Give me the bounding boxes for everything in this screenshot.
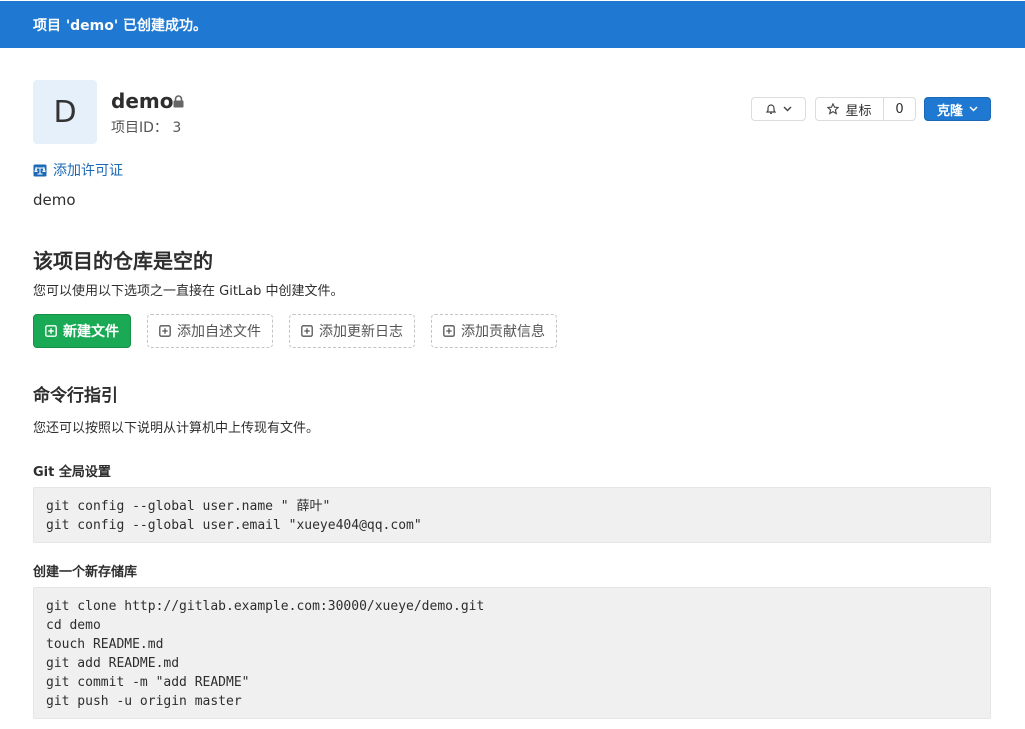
empty-repo-title: 该项目的仓库是空的 (33, 249, 213, 273)
project-id-label: 项目ID： (111, 120, 168, 136)
cli-subtitle: 您还可以按照以下说明从计算机中上传现有文件。 (33, 421, 320, 436)
add-license-label: 添加许可证 (53, 163, 123, 179)
project-name[interactable]: demo (111, 89, 173, 113)
code-line: git push -u origin master (46, 694, 242, 709)
plus-square-icon (45, 325, 57, 337)
code-line: git config --global user.name " 薛叶" (46, 499, 331, 514)
project-description: demo (33, 191, 76, 209)
code-line: git config --global user.email "xueye404… (46, 518, 422, 533)
star-label: 星标 (845, 103, 872, 119)
flash-banner: 项目 'demo' 已创建成功。 (0, 1, 1025, 48)
plus-square-icon (159, 325, 171, 337)
star-icon (827, 103, 840, 115)
chevron-down-icon (969, 106, 978, 112)
lock-icon (173, 95, 184, 108)
code-line: git add README.md (46, 656, 180, 671)
flash-message: 项目 'demo' 已创建成功。 (33, 17, 208, 34)
add-license-link[interactable]: 添加许可证 (33, 160, 123, 180)
project-avatar: D (33, 80, 97, 144)
code-line: touch README.md (46, 637, 164, 652)
add-readme-button[interactable]: 添加自述文件 (147, 314, 273, 348)
scale-icon (33, 164, 47, 177)
avatar-letter: D (53, 94, 77, 130)
add-changelog-button[interactable]: 添加更新日志 (289, 314, 415, 348)
code-line: git commit -m "add README" (46, 675, 250, 690)
cli-title: 命令行指引 (33, 386, 118, 406)
add-readme-label: 添加自述文件 (177, 324, 261, 340)
clone-label: 克隆 (936, 103, 963, 119)
add-changelog-label: 添加更新日志 (319, 324, 403, 340)
new-file-button[interactable]: 新建文件 (33, 314, 131, 348)
project-id: 项目ID： 3 (111, 117, 181, 137)
chevron-down-icon (783, 106, 792, 112)
add-contributing-label: 添加贡献信息 (461, 324, 545, 340)
plus-square-icon (443, 325, 455, 337)
notification-dropdown-button[interactable] (751, 97, 806, 121)
code-line: cd demo (46, 618, 101, 633)
new-file-label: 新建文件 (63, 324, 119, 340)
add-contributing-button[interactable]: 添加贡献信息 (431, 314, 557, 348)
code-line: git clone http://gitlab.example.com:3000… (46, 599, 485, 614)
clone-dropdown-button[interactable]: 克隆 (924, 97, 991, 121)
project-id-value: 3 (172, 120, 182, 136)
new-repo-code[interactable]: git clone http://gitlab.example.com:3000… (33, 587, 991, 719)
empty-repo-subtitle: 您可以使用以下选项之一直接在 GitLab 中创建文件。 (33, 284, 344, 299)
bell-icon (765, 103, 777, 115)
star-count[interactable]: 0 (883, 97, 916, 121)
global-setup-label: Git 全局设置 (33, 465, 111, 480)
global-setup-code[interactable]: git config --global user.name " 薛叶" git … (33, 487, 991, 543)
new-repo-label: 创建一个新存储库 (33, 565, 138, 580)
star-button[interactable]: 星标 (815, 97, 884, 121)
plus-square-icon (301, 325, 313, 337)
